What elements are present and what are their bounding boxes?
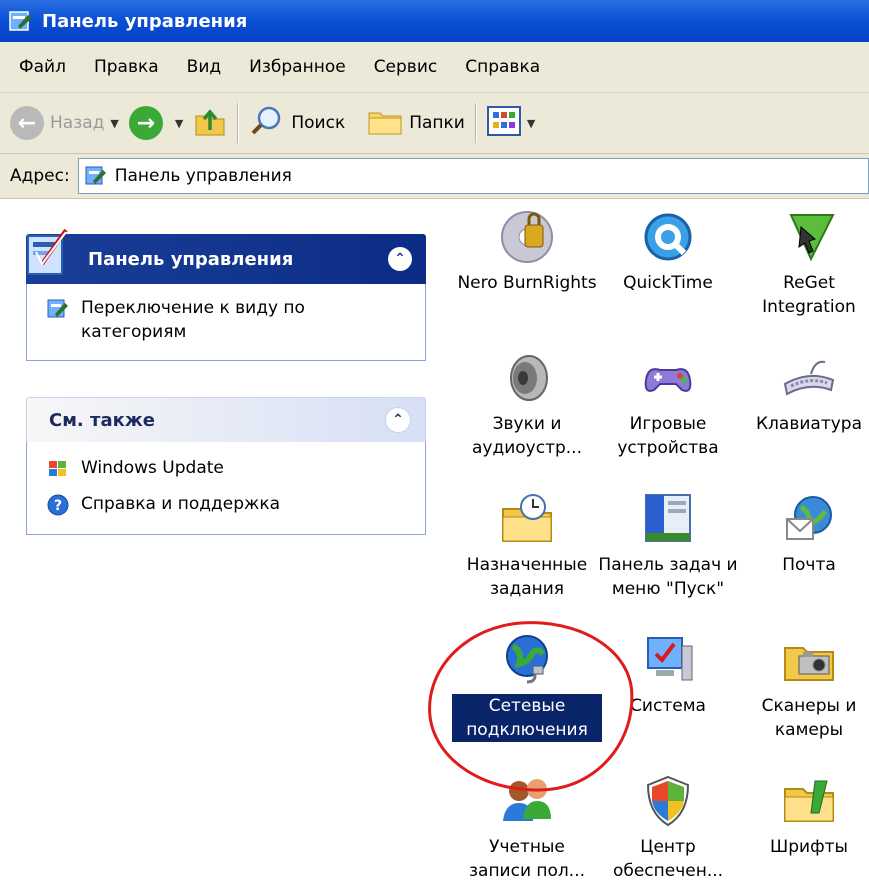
keyboard-icon (781, 350, 837, 406)
game-controllers-label: Игровые устройства (617, 414, 719, 458)
see-also-panel-body: Windows Update ? Справка и поддержка (26, 442, 426, 535)
nero-burnrights-icon (499, 209, 555, 265)
speaker-icon (499, 350, 555, 406)
windows-update-icon (47, 458, 69, 480)
back-label: Назад (50, 113, 105, 133)
menu-view[interactable]: Вид (187, 57, 221, 77)
sounds-audio-item[interactable]: Звуки и аудиоустр... (452, 350, 602, 460)
gamepad-icon (640, 350, 696, 406)
svg-text:?: ? (54, 498, 62, 514)
scheduled-tasks-item[interactable]: Назначенные задания (452, 491, 602, 601)
back-dropdown-icon[interactable]: ▼ (110, 117, 118, 130)
reget-integration-item[interactable]: ReGet Integration (734, 209, 869, 319)
nero-burnrights-label: Nero BurnRights (457, 273, 597, 293)
fonts-label: Шрифты (770, 837, 848, 857)
system-icon (640, 632, 696, 688)
content-area: Панель управления ⌃ Переключение к виду … (0, 199, 869, 885)
views-dropdown-icon[interactable]: ▼ (527, 117, 535, 130)
search-icon (249, 104, 285, 143)
collapse-chevron-icon[interactable]: ⌃ (385, 407, 411, 433)
sounds-audio-label: Звуки и аудиоустр... (472, 414, 582, 458)
control-panel-large-icon (22, 224, 82, 280)
windows-update-label: Windows Update (81, 458, 224, 478)
title-bar: Панель управления (0, 0, 869, 42)
toolbar-separator-2 (474, 103, 477, 143)
taskbar-icon (640, 491, 696, 547)
menu-help[interactable]: Справка (465, 57, 540, 77)
help-icon: ? (47, 494, 69, 516)
reget-icon (781, 209, 837, 265)
search-label: Поиск (291, 113, 346, 133)
control-panel-icon (8, 9, 34, 33)
reget-integration-label: ReGet Integration (762, 273, 856, 317)
fonts-item[interactable]: Шрифты (734, 773, 869, 859)
scheduled-tasks-icon (499, 491, 555, 547)
back-button[interactable]: ← Назад ▼ (10, 106, 119, 140)
toolbar-separator (237, 103, 240, 143)
up-folder-button[interactable] (193, 104, 227, 143)
see-also-panel: См. также ⌃ Windows Update ? Справка и п… (26, 397, 426, 535)
toolbar: ← Назад ▼ → ▼ Поиск Папки ▼ (0, 93, 869, 154)
menu-file[interactable]: Файл (19, 57, 66, 77)
scheduled-tasks-label: Назначенные задания (466, 555, 588, 599)
system-label: Система (630, 696, 706, 716)
collapse-chevron-icon[interactable]: ⌃ (388, 247, 412, 271)
security-center-label: Центр обеспечен... (612, 837, 724, 881)
category-view-icon (47, 298, 69, 320)
see-also-panel-header[interactable]: См. также ⌃ (26, 397, 426, 442)
address-value: Панель управления (114, 166, 292, 186)
control-panel-panel-body: Переключение к виду по категориям (26, 284, 426, 361)
taskbar-start-menu-label: Панель задач и меню "Пуск" (598, 555, 738, 599)
control-panel-panel-header[interactable]: Панель управления ⌃ (26, 228, 426, 284)
help-and-support-label: Справка и поддержка (81, 494, 281, 514)
user-accounts-label: Учетные записи пол... (468, 837, 585, 881)
address-label: Адрес: (10, 166, 70, 186)
scanner-camera-icon (781, 632, 837, 688)
control-panel-task-panel: Панель управления ⌃ Переключение к виду … (26, 228, 426, 361)
menu-favorites[interactable]: Избранное (249, 57, 346, 77)
fonts-folder-icon (781, 773, 837, 829)
switch-to-category-view-label: Переключение к виду по категориям (81, 298, 305, 342)
folders-label: Папки (409, 113, 465, 133)
folders-button[interactable]: Папки (367, 105, 465, 142)
help-and-support-link[interactable]: ? Справка и поддержка (27, 484, 425, 520)
forward-arrow-icon: → (128, 106, 163, 140)
switch-to-category-view-link[interactable]: Переключение к виду по категориям (27, 284, 425, 360)
mail-label: Почта (782, 555, 836, 575)
quicktime-label: QuickTime (623, 273, 713, 293)
menu-bar: Файл Правка Вид Избранное Сервис Справка (0, 42, 869, 93)
mail-icon (781, 491, 837, 547)
up-folder-icon (193, 104, 227, 143)
mail-item[interactable]: Почта (734, 491, 869, 577)
back-arrow-icon: ← (10, 106, 44, 140)
keyboard-label: Клавиатура (755, 414, 862, 434)
forward-button[interactable]: → ▼ (128, 106, 183, 140)
scanners-cameras-label: Сканеры и камеры (761, 696, 857, 740)
security-center-item[interactable]: Центр обеспечен... (593, 773, 743, 883)
windows-update-link[interactable]: Windows Update (27, 448, 425, 484)
folders-icon (367, 105, 403, 142)
security-center-icon (640, 773, 696, 829)
game-controllers-item[interactable]: Игровые устройства (593, 350, 743, 460)
window-title: Панель управления (42, 10, 248, 32)
menu-edit[interactable]: Правка (94, 57, 159, 77)
views-icon (486, 105, 521, 141)
quicktime-item[interactable]: QuickTime (593, 209, 743, 295)
taskbar-start-menu-item[interactable]: Панель задач и меню "Пуск" (593, 491, 743, 601)
quicktime-icon (640, 209, 696, 265)
control-panel-icon (85, 165, 107, 187)
search-button[interactable]: Поиск (249, 104, 345, 143)
control-panel-panel-title: Панель управления (88, 248, 294, 270)
address-bar: Адрес: Панель управления (0, 154, 869, 199)
see-also-panel-title: См. также (49, 409, 155, 431)
menu-tools[interactable]: Сервис (374, 57, 438, 77)
scanners-cameras-item[interactable]: Сканеры и камеры (734, 632, 869, 742)
address-field[interactable]: Панель управления (77, 158, 869, 194)
forward-dropdown-icon[interactable]: ▼ (175, 117, 183, 130)
keyboard-item[interactable]: Клавиатура (734, 350, 869, 436)
views-button[interactable]: ▼ (486, 105, 535, 141)
nero-burnrights-item[interactable]: Nero BurnRights (452, 209, 602, 295)
